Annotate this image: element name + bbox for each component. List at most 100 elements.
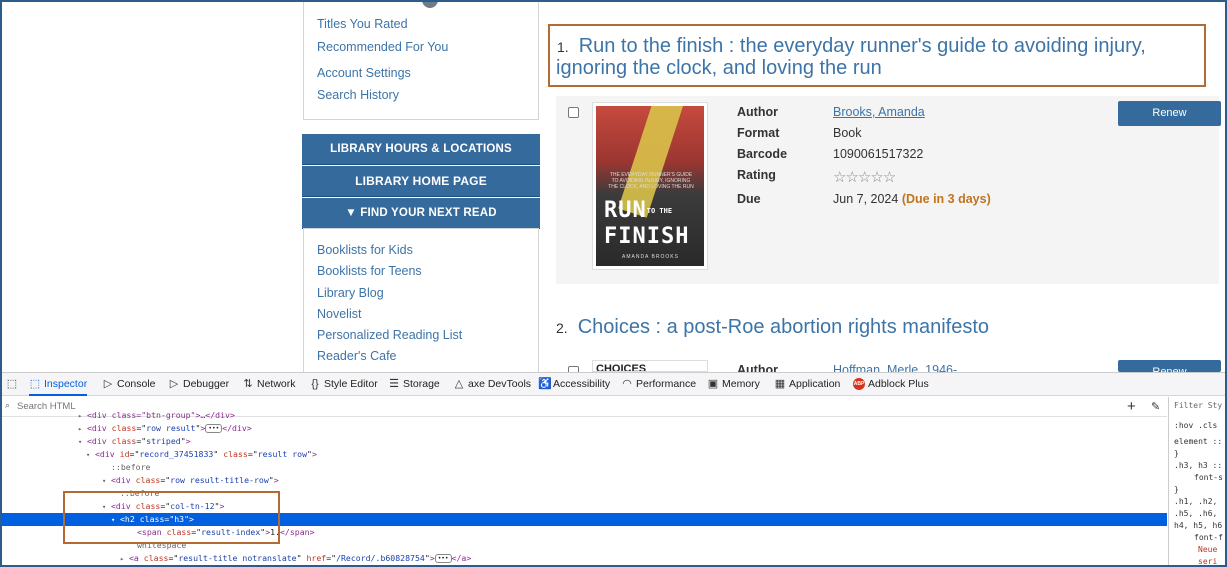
attr-value: striped xyxy=(146,436,181,446)
cover-art: THE EVERYDAY RUNNER'S GUIDE TO AVOIDING … xyxy=(596,106,704,266)
author-link-2[interactable]: Hoffman, Merle, 1946- xyxy=(833,363,957,372)
renew-button-2[interactable]: Renew xyxy=(1118,360,1221,372)
collapsed-ellipsis[interactable]: ••• xyxy=(205,424,223,433)
cover-title-tothe: TO THE xyxy=(646,207,673,215)
tag-close: > xyxy=(311,449,317,459)
css-rule-line: .h3, h3 :: xyxy=(1174,461,1223,470)
sidebar-link-search-history[interactable]: Search History xyxy=(317,88,399,102)
tag-name: <div xyxy=(95,449,115,459)
attr-value: /Record/.b60828754 xyxy=(336,553,425,563)
tab-style-editor[interactable]: {} Style Editor xyxy=(309,373,377,396)
tag-close: > xyxy=(185,436,191,446)
tab-storage[interactable]: ☰ Storage xyxy=(388,373,440,396)
sidebar-link-library-blog[interactable]: Library Blog xyxy=(317,286,384,300)
due-value: Jun 7, 2024 (Due in 3 days) xyxy=(833,192,991,206)
tab-adblock-plus[interactable]: ABP Adblock Plus xyxy=(853,373,929,396)
library-home-button[interactable]: LIBRARY HOME PAGE xyxy=(302,166,540,197)
css-rule-line: font-f xyxy=(1194,533,1223,542)
sidebar-link-titles-rated[interactable]: Titles You Rated xyxy=(317,17,408,31)
debugger-icon: ▷ xyxy=(169,378,179,390)
author-label-2: Author xyxy=(737,363,778,372)
barcode-label: Barcode xyxy=(737,147,788,161)
badge-dot xyxy=(422,0,438,8)
markup-node[interactable]: ▾ <div class="striped"> xyxy=(2,435,1167,448)
markup-node[interactable]: ▾ <div class="row result-title-row"> xyxy=(2,474,1167,487)
library-hours-button[interactable]: LIBRARY HOURS & LOCATIONS xyxy=(302,134,540,165)
tag-close: > xyxy=(273,475,279,485)
sidebar-link-novelist[interactable]: Novelist xyxy=(317,307,361,321)
tag-name: <div xyxy=(87,423,107,433)
markup-node[interactable]: ▾ <div id="record_37451833" class="result… xyxy=(2,448,1167,461)
markup-node[interactable]: ▸ <a class="result-title notranslate" hre… xyxy=(2,552,1167,565)
sidebar-link-readers-cafe[interactable]: Reader's Cafe xyxy=(317,349,397,363)
attr-name: class xyxy=(223,449,248,459)
result-title-2[interactable]: 2. Choices : a post-Roe abortion rights m… xyxy=(556,315,989,340)
tab-accessibility[interactable]: ♿Accessibility xyxy=(538,373,610,396)
markup-node[interactable]: ▸ <div class="btn-group">…</div> xyxy=(2,409,1167,422)
network-icon: ⇅ xyxy=(243,378,253,390)
quote: =" xyxy=(168,553,179,563)
tag-name: <div xyxy=(111,475,131,485)
result-title-line1[interactable]: Run to the finish : the everyday runner'… xyxy=(579,35,1146,57)
storage-icon: ☰ xyxy=(389,378,399,390)
css-rule-line: element :: xyxy=(1174,437,1223,446)
tab-axe-devtools[interactable]: △ axe DevTools xyxy=(453,373,531,396)
tab-debugger[interactable]: ▷ Debugger xyxy=(168,373,229,396)
book-cover-2[interactable]: CHOICES xyxy=(592,360,708,372)
author-label: Author xyxy=(737,105,778,119)
result-title-1-line2[interactable]: ignoring the clock, and loving the run xyxy=(556,56,882,80)
tab-performance[interactable]: ◠ Performance xyxy=(621,373,696,396)
attr-value: record_37451833 xyxy=(139,449,214,459)
collapsed-ellipsis[interactable]: ••• xyxy=(434,554,452,563)
cover-title-run: RUN xyxy=(604,198,647,223)
find-next-read-button[interactable]: ▼ FIND YOUR NEXT READ xyxy=(302,198,540,229)
accessibility-icon: ♿ xyxy=(538,378,552,390)
css-rule-line: .h1, .h2, xyxy=(1174,497,1218,506)
book-cover[interactable]: THE EVERYDAY RUNNER'S GUIDE TO AVOIDING … xyxy=(592,102,708,270)
sidebar-link-booklists-teens[interactable]: Booklists for Teens xyxy=(317,264,422,278)
sidebar-link-recommended[interactable]: Recommended For You xyxy=(317,40,448,54)
quote: =" xyxy=(160,475,171,485)
tab-inspector[interactable]: ⬚ Inspector xyxy=(29,373,88,396)
pseudo-element: ::before xyxy=(111,462,151,472)
pane-divider[interactable] xyxy=(1168,397,1169,565)
filter-styles-input[interactable]: Filter Sty xyxy=(1174,401,1222,410)
inspector-icon: ⬚ xyxy=(29,378,41,390)
tab-network[interactable]: ⇅ Network xyxy=(242,373,295,396)
expand-toggle-icon[interactable]: ▸ xyxy=(120,553,129,565)
adblock-icon: ABP xyxy=(853,378,865,391)
attr-value: row result-title-row xyxy=(170,475,269,485)
quote: =" xyxy=(247,449,258,459)
sidebar-link-reading-list[interactable]: Personalized Reading List xyxy=(317,328,462,342)
barcode-value: 1090061517322 xyxy=(833,147,924,161)
rating-stars[interactable]: ☆☆☆☆☆ xyxy=(833,168,896,186)
tab-memory[interactable]: ▣ Memory xyxy=(707,373,760,396)
select-checkbox-1[interactable] xyxy=(568,107,579,118)
element-picker-icon[interactable]: ⬚ xyxy=(6,373,21,396)
attr-name: class xyxy=(143,553,169,563)
hov-cls-toggles[interactable]: :hov .cls xyxy=(1174,421,1217,430)
sidebar-link-account-settings[interactable]: Account Settings xyxy=(317,66,411,80)
sidebar-link-booklists-kids[interactable]: Booklists for Kids xyxy=(317,243,413,257)
due-label: Due xyxy=(737,192,761,206)
result-title-2-text[interactable]: Choices : a post-Roe abortion rights man… xyxy=(578,316,989,338)
format-label: Format xyxy=(737,126,780,140)
memory-icon: ▣ xyxy=(707,378,719,390)
renew-button-1[interactable]: Renew xyxy=(1118,101,1221,126)
rating-label: Rating xyxy=(737,168,776,182)
read-links-panel: Booklists for Kids Booklists for Teens L… xyxy=(303,228,539,373)
tag-end: </a> xyxy=(451,553,472,563)
format-value: Book xyxy=(833,126,862,140)
cover-title-finish: FINISH xyxy=(604,224,690,249)
due-date: Jun 7, 2024 xyxy=(833,192,899,206)
markup-node[interactable]: ▸ <div class="row result"> ••• </div> xyxy=(2,422,1167,435)
tab-application[interactable]: ▦ Application xyxy=(774,373,841,396)
quote: " xyxy=(296,553,302,563)
markup-node[interactable]: ::before xyxy=(2,461,1167,474)
tab-console[interactable]: ▷ Console xyxy=(102,373,156,396)
result-index: 1. xyxy=(557,39,569,55)
author-link[interactable]: Brooks, Amanda xyxy=(833,105,925,119)
quote: =" xyxy=(129,449,140,459)
tag-close: > xyxy=(429,553,435,563)
css-rule-line: h4, h5, h6 xyxy=(1174,521,1223,530)
